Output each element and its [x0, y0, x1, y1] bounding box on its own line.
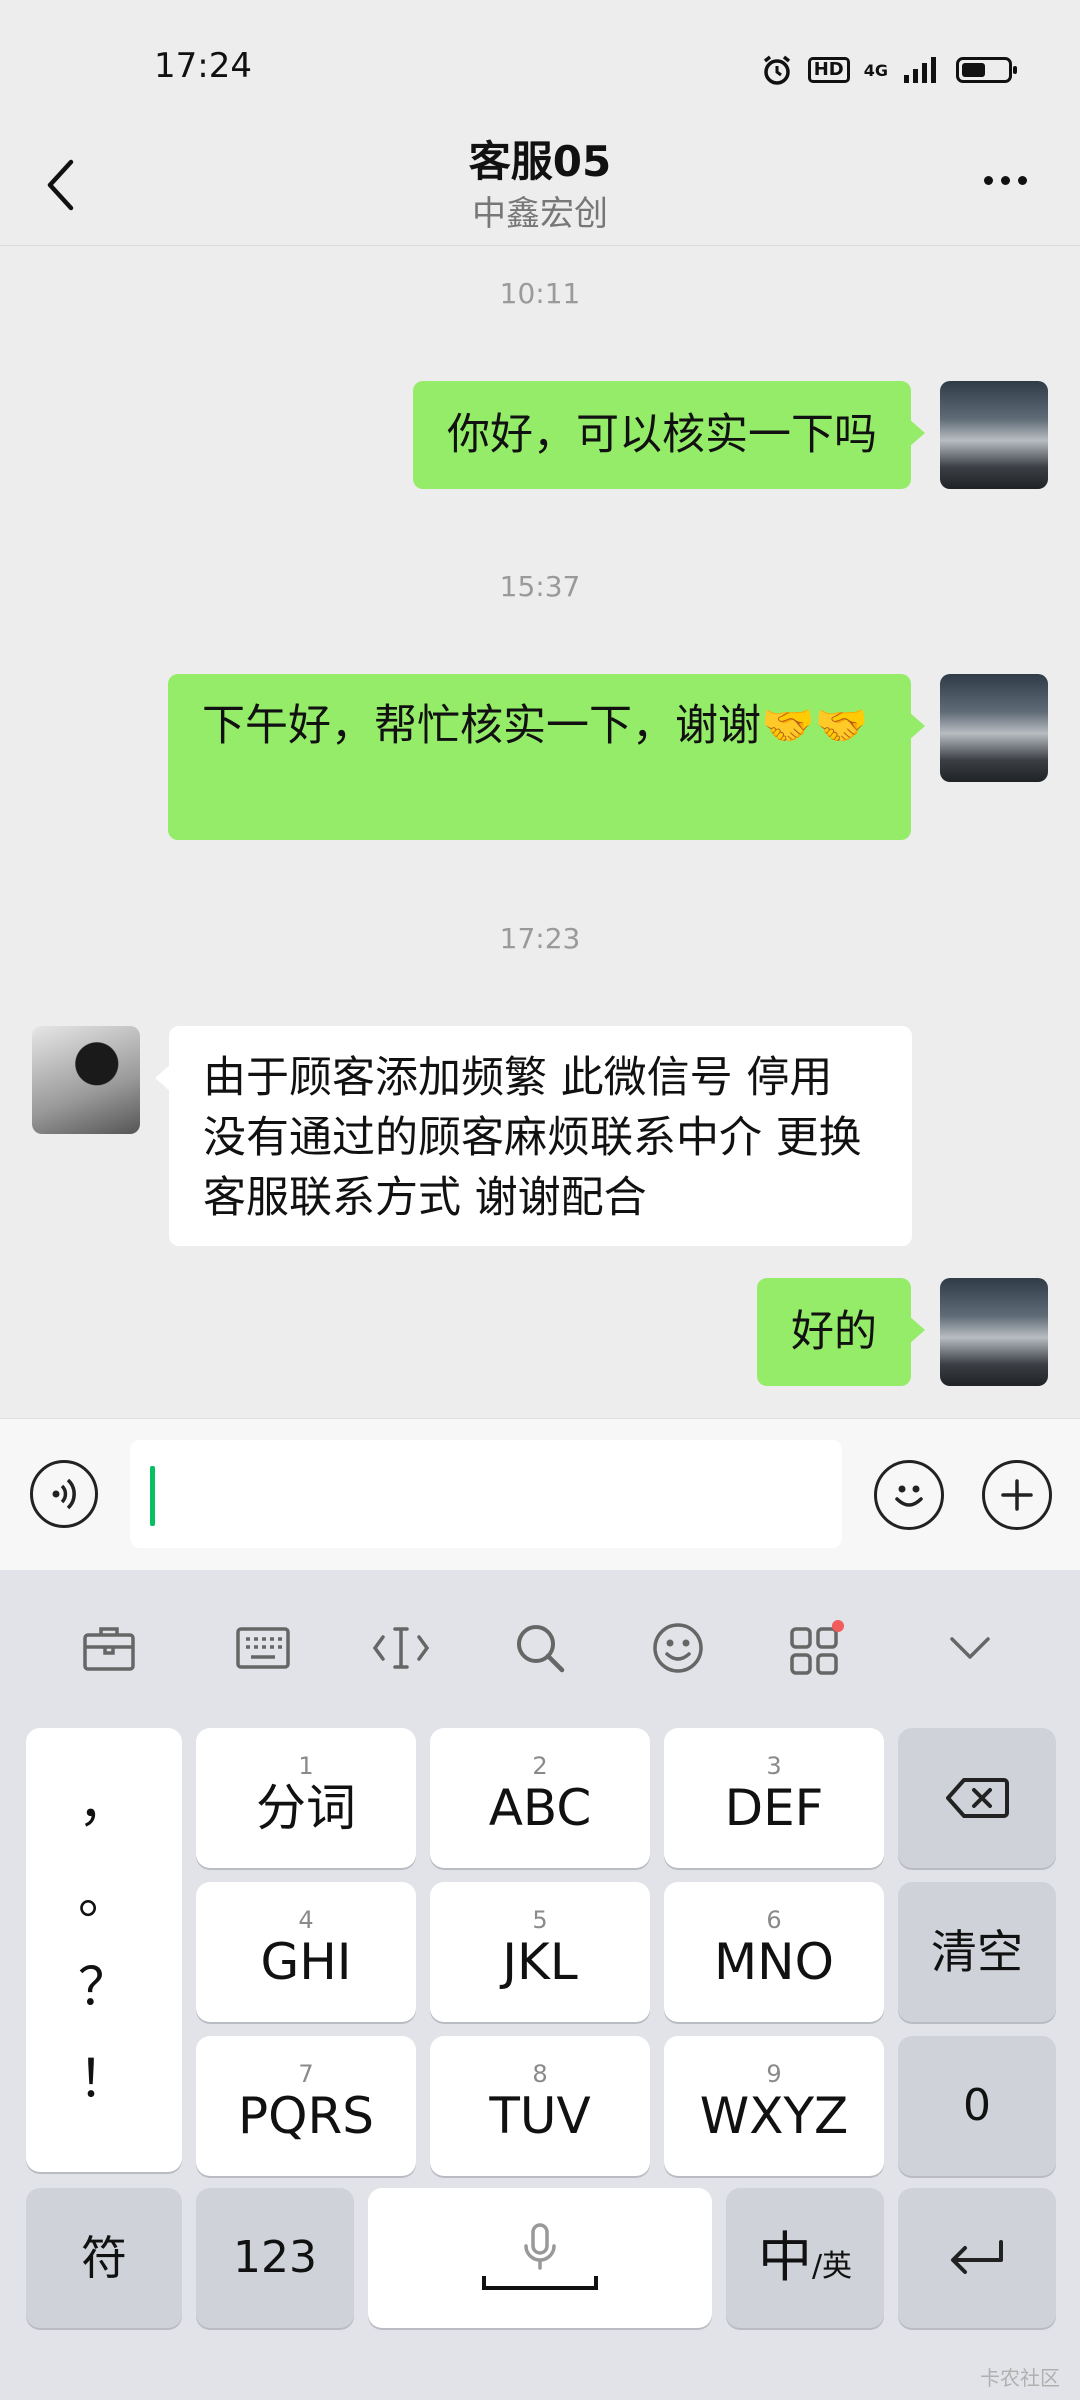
apps-grid-icon: [790, 1620, 844, 1675]
hd-icon: HD: [807, 57, 850, 83]
backspace-key[interactable]: [898, 1728, 1056, 1868]
chevron-down-icon: [950, 1637, 990, 1659]
clear-key[interactable]: 清空: [898, 1882, 1056, 2022]
backspace-icon: [946, 1778, 1009, 1818]
smiley-icon: [653, 1623, 703, 1673]
plus-icon: [1001, 1479, 1033, 1511]
lang-alt-label: /英: [811, 2249, 853, 2284]
key-label: 0: [963, 2080, 991, 2131]
lang-main-label: 中: [757, 2226, 812, 2289]
key-7[interactable]: 7 PQRS: [196, 2036, 416, 2176]
apps-button[interactable]: [782, 1620, 852, 1676]
message-input[interactable]: [130, 1440, 842, 1548]
status-time: 17:24: [154, 46, 252, 86]
alarm-icon: [763, 55, 790, 85]
key-number: 9: [766, 2060, 782, 2088]
briefcase-icon: [83, 1627, 135, 1671]
key-label: 清空: [931, 1925, 1023, 1979]
emoji-button[interactable]: [874, 1460, 944, 1530]
key-label: GHI: [260, 1933, 352, 1991]
collapse-keyboard-button[interactable]: [935, 1620, 1005, 1676]
punctuation-period[interactable]: 。: [78, 1850, 130, 1942]
chat-title: 客服05: [468, 137, 612, 186]
zero-key[interactable]: 0: [898, 2036, 1056, 2176]
nav-divider: [0, 245, 1080, 246]
signal-icon: [904, 57, 936, 83]
key-number: 1: [298, 1752, 314, 1780]
key-2[interactable]: 2 ABC: [430, 1728, 650, 1868]
key-4[interactable]: 4 GHI: [196, 1882, 416, 2022]
smiley-icon: [895, 1485, 923, 1507]
language-switch-key[interactable]: 中 /英: [726, 2188, 884, 2328]
space-bar-icon: [482, 2276, 598, 2290]
cursor-move-button[interactable]: [366, 1620, 436, 1676]
punctuation-key[interactable]: ， 。 ？ ！: [26, 1728, 182, 2172]
text-caret: [150, 1466, 155, 1526]
return-icon: [951, 2240, 1003, 2274]
chat-subtitle: 中鑫宏创: [472, 194, 608, 234]
punctuation-question[interactable]: ？: [78, 1942, 130, 2034]
punctuation-comma[interactable]: ，: [78, 1758, 130, 1850]
key-number: 7: [298, 2060, 314, 2088]
more-functions-button[interactable]: [982, 1460, 1052, 1530]
my-avatar[interactable]: [940, 381, 1048, 489]
more-dot-icon: [1017, 175, 1027, 185]
key-1[interactable]: 1 分词: [196, 1728, 416, 1868]
key-number: 4: [298, 1906, 314, 1934]
enter-key[interactable]: [898, 2188, 1056, 2328]
key-8[interactable]: 8 TUV: [430, 2036, 650, 2176]
more-options-button[interactable]: [970, 150, 1040, 210]
cursor-icon: [372, 1627, 430, 1669]
toolbox-button[interactable]: [74, 1620, 144, 1676]
key-label: 分词: [256, 1779, 356, 1837]
numbers-key[interactable]: 123: [196, 2188, 354, 2328]
key-label: PQRS: [238, 2087, 374, 2145]
search-button[interactable]: [505, 1620, 575, 1676]
key-number: 5: [532, 1906, 548, 1934]
key-3[interactable]: 3 DEF: [664, 1728, 884, 1868]
more-dot-icon: [1000, 175, 1010, 185]
key-number: 2: [532, 1752, 548, 1780]
battery-icon: [956, 57, 1017, 83]
my-avatar[interactable]: [940, 674, 1048, 782]
my-avatar[interactable]: [940, 1278, 1048, 1386]
message-bubble-sent[interactable]: 你好，可以核实一下吗: [413, 381, 925, 489]
key-label: ABC: [488, 1779, 592, 1837]
key-number: 3: [766, 1752, 782, 1780]
message-bubble-sent[interactable]: 下午好，帮忙核实一下，谢谢🤝🤝: [168, 674, 925, 840]
key-number: 8: [532, 2060, 548, 2088]
microphone-icon: [524, 2223, 556, 2270]
keyboard-switch-button[interactable]: [228, 1620, 298, 1676]
timestamp: 17:23: [499, 922, 581, 955]
watermark: 卡农社区: [980, 2366, 1060, 2390]
punctuation-exclamation[interactable]: ！: [78, 2034, 130, 2126]
key-6[interactable]: 6 MNO: [664, 1882, 884, 2022]
message-bubble-sent[interactable]: 好的: [757, 1278, 925, 1386]
key-label: WXYZ: [699, 2087, 849, 2145]
network-type: 4G: [863, 60, 888, 80]
more-dot-icon: [983, 175, 993, 185]
status-icons: HD 4G: [760, 52, 1017, 88]
timestamp: 15:37: [499, 570, 581, 603]
key-label: 符: [81, 2231, 127, 2285]
search-icon: [517, 1625, 565, 1673]
space-key[interactable]: [368, 2188, 712, 2328]
key-label: JKL: [502, 1933, 578, 1991]
timestamp: 10:11: [499, 277, 581, 310]
voice-button[interactable]: [30, 1460, 98, 1528]
keyboard-emoji-button[interactable]: [643, 1620, 713, 1676]
key-label: 123: [233, 2232, 317, 2283]
keyboard-icon: [236, 1627, 290, 1669]
key-label: MNO: [714, 1933, 834, 1991]
key-5[interactable]: 5 JKL: [430, 1882, 650, 2022]
voice-icon: [52, 1478, 76, 1510]
message-bubble-received[interactable]: 由于顾客添加频繁 此微信号 停用 没有通过的顾客麻烦联系中介 更换客服联系方式 …: [155, 1026, 912, 1246]
key-label: TUV: [489, 2087, 591, 2145]
key-number: 6: [766, 1906, 782, 1934]
key-label: DEF: [724, 1779, 824, 1837]
symbol-key[interactable]: 符: [26, 2188, 182, 2328]
contact-avatar[interactable]: [32, 1026, 140, 1134]
key-9[interactable]: 9 WXYZ: [664, 2036, 884, 2176]
